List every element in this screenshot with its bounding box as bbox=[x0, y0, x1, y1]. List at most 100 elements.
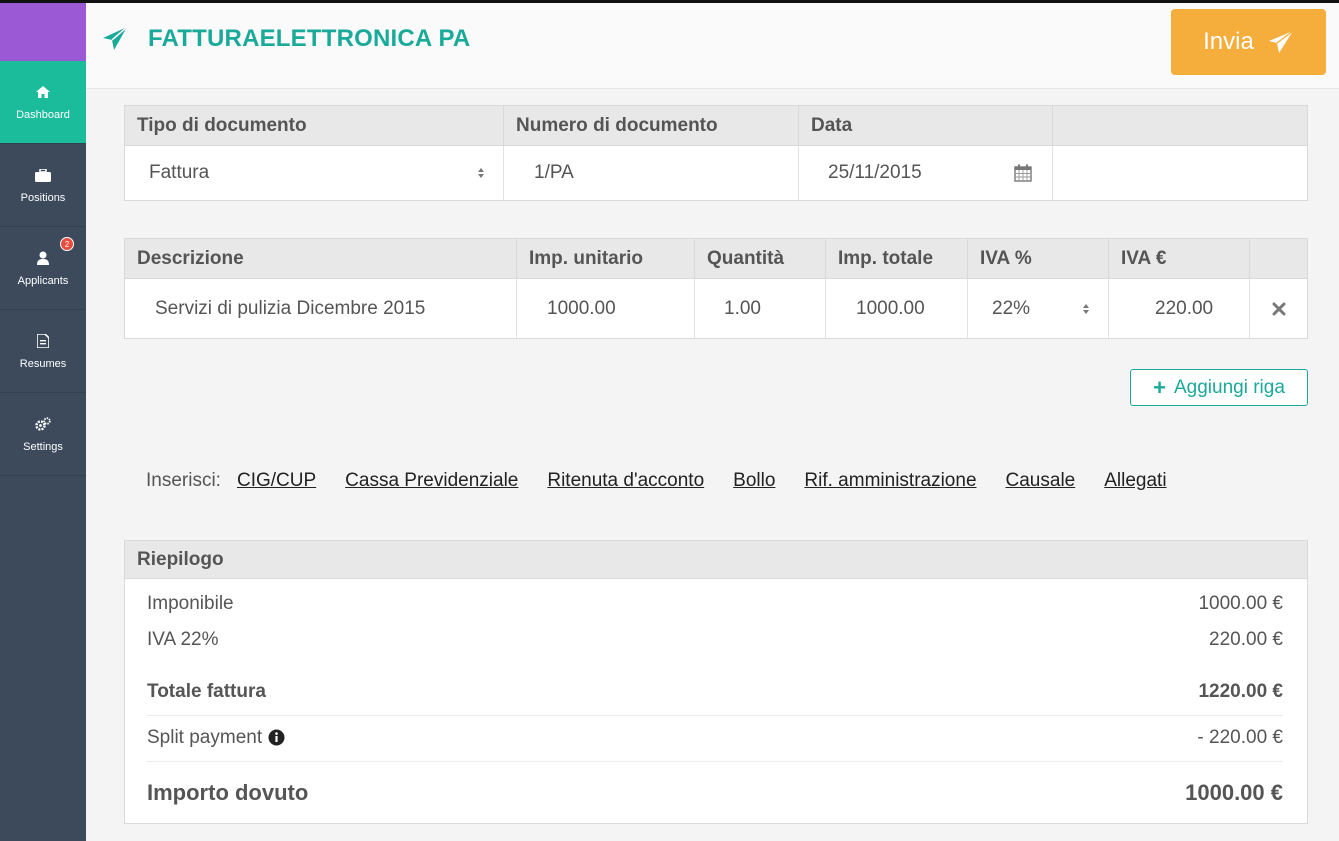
remove-row-button[interactable] bbox=[1250, 279, 1307, 338]
send-button-label: Invia bbox=[1203, 28, 1254, 55]
sidebar-item-label: Resumes bbox=[19, 358, 67, 370]
summary-divider bbox=[147, 761, 1283, 762]
document-type-select[interactable]: Fattura bbox=[125, 146, 504, 200]
insert-link-cassa-previdenziale[interactable]: Cassa Previdenziale bbox=[345, 470, 518, 492]
select-arrows-icon bbox=[478, 168, 484, 178]
home-icon bbox=[34, 83, 52, 101]
split-payment-label: Split payment bbox=[147, 727, 263, 748]
vat-amount: 220.00 bbox=[1109, 279, 1250, 338]
document-date-field[interactable]: 25/11/2015 bbox=[799, 146, 1053, 200]
vat-percent-select[interactable]: 22% bbox=[968, 279, 1109, 338]
column-header: Descrizione bbox=[125, 239, 517, 278]
insert-link-cig-cup[interactable]: CIG/CUP bbox=[237, 470, 316, 492]
sidebar: Dashboard Positions 2 Applicants Resumes… bbox=[0, 3, 86, 841]
insert-bar: Inserisci: CIG/CUP Cassa Previdenziale R… bbox=[146, 470, 1196, 492]
column-header: Imp. unitario bbox=[517, 239, 695, 278]
document-number-value: 1/PA bbox=[534, 162, 574, 183]
document-number-field[interactable]: 1/PA bbox=[504, 146, 799, 200]
summary-label: Importo dovuto bbox=[147, 780, 309, 805]
description-field[interactable]: Servizi di pulizia Dicembre 2015 bbox=[125, 279, 517, 338]
sidebar-brand bbox=[0, 3, 86, 61]
page-header: FATTURAELETTRONICA PA Invia bbox=[86, 3, 1339, 89]
summary-divider bbox=[147, 715, 1283, 716]
summary-value: 1000.00 € bbox=[1185, 780, 1283, 805]
summary-row-dovuto: Importo dovuto 1000.00 € bbox=[147, 780, 1283, 806]
sidebar-item-label: Positions bbox=[20, 192, 66, 204]
paper-plane-icon bbox=[102, 26, 128, 52]
insert-link-ritenuta[interactable]: Ritenuta d'acconto bbox=[547, 470, 704, 492]
column-header bbox=[1053, 106, 1307, 145]
calendar-icon[interactable] bbox=[1014, 164, 1032, 182]
line-total-value: 1000.00 bbox=[856, 297, 925, 319]
description-value: Servizi di pulizia Dicembre 2015 bbox=[155, 297, 426, 319]
insert-link-causale[interactable]: Causale bbox=[1006, 470, 1076, 492]
close-icon bbox=[1272, 302, 1285, 315]
insert-link-bollo[interactable]: Bollo bbox=[733, 470, 775, 492]
insert-link-allegati[interactable]: Allegati bbox=[1104, 470, 1166, 492]
sidebar-item-settings[interactable]: Settings bbox=[0, 393, 86, 476]
quantity-field[interactable]: 1.00 bbox=[695, 279, 826, 338]
summary-label: Imponibile bbox=[147, 593, 234, 614]
main-content: FATTURAELETTRONICA PA Invia Tipo di docu… bbox=[86, 3, 1339, 841]
table-header: Descrizione Imp. unitario Quantità Imp. … bbox=[125, 239, 1307, 279]
insert-label: Inserisci: bbox=[146, 470, 221, 491]
summary-label: IVA 22% bbox=[147, 629, 219, 650]
vat-amount-value: 220.00 bbox=[1155, 297, 1214, 319]
column-header: Data bbox=[799, 106, 1053, 145]
column-header: IVA % bbox=[968, 239, 1109, 278]
notification-badge: 2 bbox=[60, 237, 74, 251]
sidebar-item-label: Applicants bbox=[17, 275, 69, 287]
unit-price-field[interactable]: 1000.00 bbox=[517, 279, 695, 338]
summary-value: 1220.00 € bbox=[1198, 681, 1283, 702]
document-icon bbox=[34, 332, 52, 350]
sidebar-item-dashboard[interactable]: Dashboard bbox=[0, 61, 86, 144]
empty-cell bbox=[1053, 146, 1307, 200]
summary-title: Riepilogo bbox=[125, 541, 1307, 579]
summary-row-split: Split payment - 220.00 € bbox=[147, 727, 1283, 749]
send-button[interactable]: Invia bbox=[1171, 9, 1326, 75]
summary-row-totale: Totale fattura 1220.00 € bbox=[147, 681, 1283, 703]
line-items-table: Descrizione Imp. unitario Quantità Imp. … bbox=[124, 238, 1308, 339]
table-row: Fattura 1/PA 25/11/2015 bbox=[125, 146, 1307, 200]
sidebar-item-label: Dashboard bbox=[16, 109, 70, 121]
summary-row-imponibile: Imponibile 1000.00 € bbox=[147, 593, 1283, 615]
brand: FATTURAELETTRONICA PA bbox=[102, 25, 470, 53]
summary-label: Totale fattura bbox=[147, 681, 266, 702]
cogs-icon bbox=[34, 415, 52, 433]
summary-row-iva: IVA 22% 220.00 € bbox=[147, 629, 1283, 651]
select-arrows-icon bbox=[1083, 303, 1089, 314]
column-header: IVA € bbox=[1109, 239, 1250, 278]
column-header: Quantità bbox=[695, 239, 826, 278]
sidebar-item-applicants[interactable]: 2 Applicants bbox=[0, 227, 86, 310]
vat-percent-value: 22% bbox=[992, 297, 1031, 319]
sidebar-item-positions[interactable]: Positions bbox=[0, 144, 86, 227]
summary-label: Split payment bbox=[147, 727, 285, 749]
quantity-value: 1.00 bbox=[724, 297, 761, 319]
insert-link-rif-amministrazione[interactable]: Rif. amministrazione bbox=[804, 470, 976, 492]
user-icon bbox=[34, 249, 52, 267]
add-row-label: Aggiungi riga bbox=[1173, 376, 1285, 398]
line-total: 1000.00 bbox=[826, 279, 968, 338]
info-icon[interactable] bbox=[268, 729, 285, 746]
document-date-value: 25/11/2015 bbox=[828, 162, 922, 183]
table-header: Tipo di documento Numero di documento Da… bbox=[125, 106, 1307, 146]
unit-price-value: 1000.00 bbox=[547, 297, 616, 319]
document-type-value: Fattura bbox=[149, 162, 210, 183]
summary-value: 220.00 € bbox=[1209, 629, 1283, 650]
column-header: Numero di documento bbox=[504, 106, 799, 145]
column-header: Imp. totale bbox=[826, 239, 968, 278]
sidebar-item-label: Settings bbox=[23, 441, 63, 453]
sidebar-item-resumes[interactable]: Resumes bbox=[0, 310, 86, 393]
paper-plane-icon bbox=[1268, 30, 1294, 53]
document-info-table: Tipo di documento Numero di documento Da… bbox=[124, 105, 1308, 201]
summary-value: - 220.00 € bbox=[1197, 727, 1283, 748]
table-row: Servizi di pulizia Dicembre 2015 1000.00… bbox=[125, 279, 1307, 338]
column-header bbox=[1250, 239, 1307, 278]
column-header: Tipo di documento bbox=[125, 106, 504, 145]
briefcase-icon bbox=[34, 166, 52, 184]
page-title: FATTURAELETTRONICA PA bbox=[148, 25, 471, 52]
summary-panel: Riepilogo Imponibile 1000.00 € IVA 22% 2… bbox=[124, 540, 1308, 824]
summary-value: 1000.00 € bbox=[1198, 593, 1283, 614]
plus-icon: + bbox=[1153, 374, 1166, 400]
add-row-button[interactable]: + Aggiungi riga bbox=[1130, 369, 1308, 406]
